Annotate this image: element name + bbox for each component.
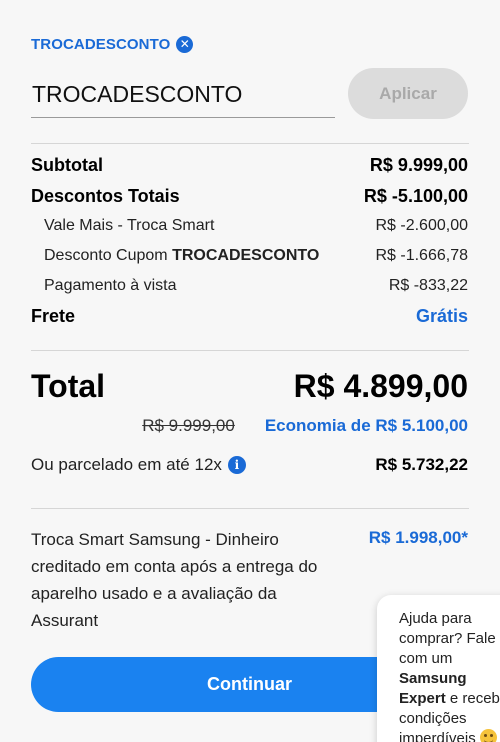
discounts-value: R$ -5.100,00 xyxy=(363,186,468,206)
divider xyxy=(31,143,469,144)
order-summary-card: TROCADESCONTO ✕ Aplicar Subtotal R$ 9.99… xyxy=(0,0,500,742)
trade-in-value: R$ 1.998,00* xyxy=(368,528,468,547)
chat-text-start: Ajuda para comprar? Fale com um xyxy=(399,610,496,667)
installments-label: Ou parcelado em até 12x xyxy=(31,455,222,474)
installments-label-group: Ou parcelado em até 12x i xyxy=(31,455,246,475)
installments-value: R$ 5.732,22 xyxy=(375,455,468,474)
coupon-input[interactable] xyxy=(31,72,335,118)
discount-item-coupon: Desconto Cupom TROCADESCONTO R$ -1.666,7… xyxy=(31,247,468,265)
applied-coupon-tag: TROCADESCONTO ✕ xyxy=(31,36,194,53)
divider xyxy=(31,350,469,351)
chat-popup[interactable]: Ajuda para comprar? Fale com um Samsung … xyxy=(377,595,500,742)
savings-text: Economia de R$ 5.100,00 xyxy=(264,416,468,435)
discount-item-label: Pagamento à vista xyxy=(44,277,177,294)
coupon-discount-prefix: Desconto Cupom xyxy=(44,247,173,264)
installments-row: Ou parcelado em até 12x i R$ 5.732,22 xyxy=(31,455,468,475)
info-icon[interactable]: i xyxy=(227,456,246,474)
subtotal-label: Subtotal xyxy=(31,155,103,175)
discount-item-label: Desconto Cupom TROCADESCONTO xyxy=(31,247,319,265)
subtotal-row: Subtotal R$ 9.999,00 xyxy=(31,155,468,176)
divider xyxy=(31,508,469,509)
discount-item-value: R$ -2.600,00 xyxy=(375,217,468,234)
apply-coupon-button[interactable]: Aplicar xyxy=(348,68,468,119)
applied-coupon-code: TROCADESCONTO xyxy=(31,36,171,53)
discounts-row: Descontos Totais R$ -5.100,00 xyxy=(31,186,468,207)
smiling-face-icon xyxy=(479,729,497,742)
subtotal-value: R$ 9.999,00 xyxy=(369,155,468,175)
total-row: Total R$ 4.899,00 xyxy=(31,368,468,405)
shipping-label: Frete xyxy=(31,306,76,326)
shipping-row: Frete Grátis xyxy=(31,306,468,327)
total-value: R$ 4.899,00 xyxy=(293,368,468,404)
coupon-discount-code: TROCADESCONTO xyxy=(172,247,320,264)
savings-row: R$ 9.999,00 Economia de R$ 5.100,00 xyxy=(31,416,468,436)
discount-item-value: R$ -833,22 xyxy=(388,277,468,294)
original-price: R$ 9.999,00 xyxy=(142,416,235,435)
discount-item-cash: Pagamento à vista R$ -833,22 xyxy=(31,277,468,295)
total-label: Total xyxy=(31,368,106,404)
discount-item-value: R$ -1.666,78 xyxy=(375,247,468,264)
shipping-value: Grátis xyxy=(415,306,468,326)
discounts-label: Descontos Totais xyxy=(31,186,180,206)
trade-in-description: Troca Smart Samsung - Dinheiro creditado… xyxy=(31,530,318,630)
remove-coupon-icon[interactable]: ✕ xyxy=(176,36,194,53)
discount-item-label: Vale Mais - Troca Smart xyxy=(44,217,215,234)
discount-item-trade: Vale Mais - Troca Smart R$ -2.600,00 xyxy=(31,217,468,235)
